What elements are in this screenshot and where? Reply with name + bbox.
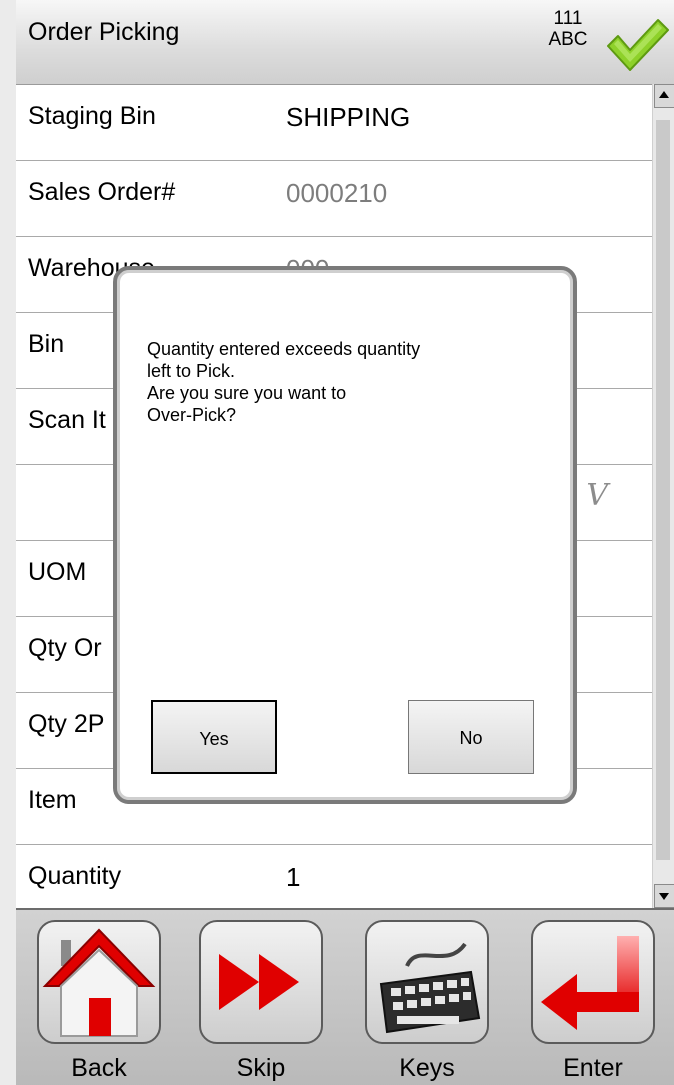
field-value[interactable]: SHIPPING xyxy=(286,102,410,133)
row-sales-order[interactable]: Sales Order# 0000210 xyxy=(16,160,652,237)
over-pick-dialog: Quantity entered exceeds quantity left t… xyxy=(113,266,577,804)
skip-button[interactable]: Skip xyxy=(188,920,338,1085)
skip-button-face[interactable] xyxy=(199,920,323,1044)
dialog-message-line: Over-Pick? xyxy=(147,405,237,425)
home-icon xyxy=(42,928,156,1037)
mode-alpha: ABC xyxy=(548,29,588,50)
app-frame: Order Picking 111 ABC Staging Bin SHIPPI… xyxy=(16,0,674,1085)
mode-numeric: 111 xyxy=(553,8,583,29)
back-label: Back xyxy=(71,1054,127,1082)
scroll-down-button[interactable] xyxy=(654,884,674,908)
dialog-message-line: Are you sure you want to xyxy=(147,383,347,403)
field-label: Qty 2P xyxy=(28,710,105,738)
arrow-down-icon xyxy=(659,893,669,900)
bottom-toolbar: Back Skip Keys Enter xyxy=(16,908,674,1085)
field-label: Qty Or xyxy=(28,634,102,662)
field-label: Scan It xyxy=(28,406,106,434)
title-bar: Order Picking 111 ABC xyxy=(16,0,674,85)
scroll-thumb[interactable] xyxy=(656,120,670,860)
dialog-message-line: Quantity entered exceeds quantity xyxy=(147,339,421,359)
skip-label: Skip xyxy=(236,1054,286,1082)
dialog-message: Quantity entered exceeds quantity left t… xyxy=(147,338,537,426)
quantity-input[interactable]: 1 xyxy=(286,862,300,893)
fast-forward-icon xyxy=(219,954,299,1010)
enter-button[interactable]: Enter xyxy=(520,920,670,1085)
dialog-message-line: left to Pick. xyxy=(147,361,236,381)
field-label: Bin xyxy=(28,330,65,358)
field-value[interactable]: 0000210 xyxy=(286,178,387,209)
field-label: Staging Bin xyxy=(28,102,156,130)
page-title: Order Picking xyxy=(28,18,180,46)
field-label: Sales Order# xyxy=(28,178,176,206)
field-label: UOM xyxy=(28,558,87,586)
field-label: Quantity xyxy=(28,862,122,890)
input-mode-indicator[interactable]: 111 ABC xyxy=(538,8,598,50)
arrow-up-icon xyxy=(659,91,669,98)
field-label: Item xyxy=(28,786,77,814)
keyboard-icon xyxy=(379,942,481,1034)
scroll-up-button[interactable] xyxy=(654,84,674,108)
keys-button[interactable]: Keys xyxy=(354,920,504,1085)
scan-hint-glyph: V xyxy=(586,478,608,513)
enter-arrow-icon xyxy=(541,936,639,1030)
keys-button-face[interactable] xyxy=(365,920,489,1044)
back-button[interactable]: Back xyxy=(26,920,176,1085)
no-button[interactable]: No xyxy=(408,700,534,774)
enter-button-face[interactable] xyxy=(531,920,655,1044)
row-staging-bin[interactable]: Staging Bin SHIPPING xyxy=(16,84,652,161)
enter-label: Enter xyxy=(563,1054,623,1082)
vertical-scrollbar[interactable] xyxy=(652,84,674,908)
checkmark-icon[interactable] xyxy=(604,14,670,74)
keys-label: Keys xyxy=(399,1054,455,1082)
yes-button[interactable]: Yes xyxy=(151,700,277,774)
back-button-face[interactable] xyxy=(37,920,161,1044)
